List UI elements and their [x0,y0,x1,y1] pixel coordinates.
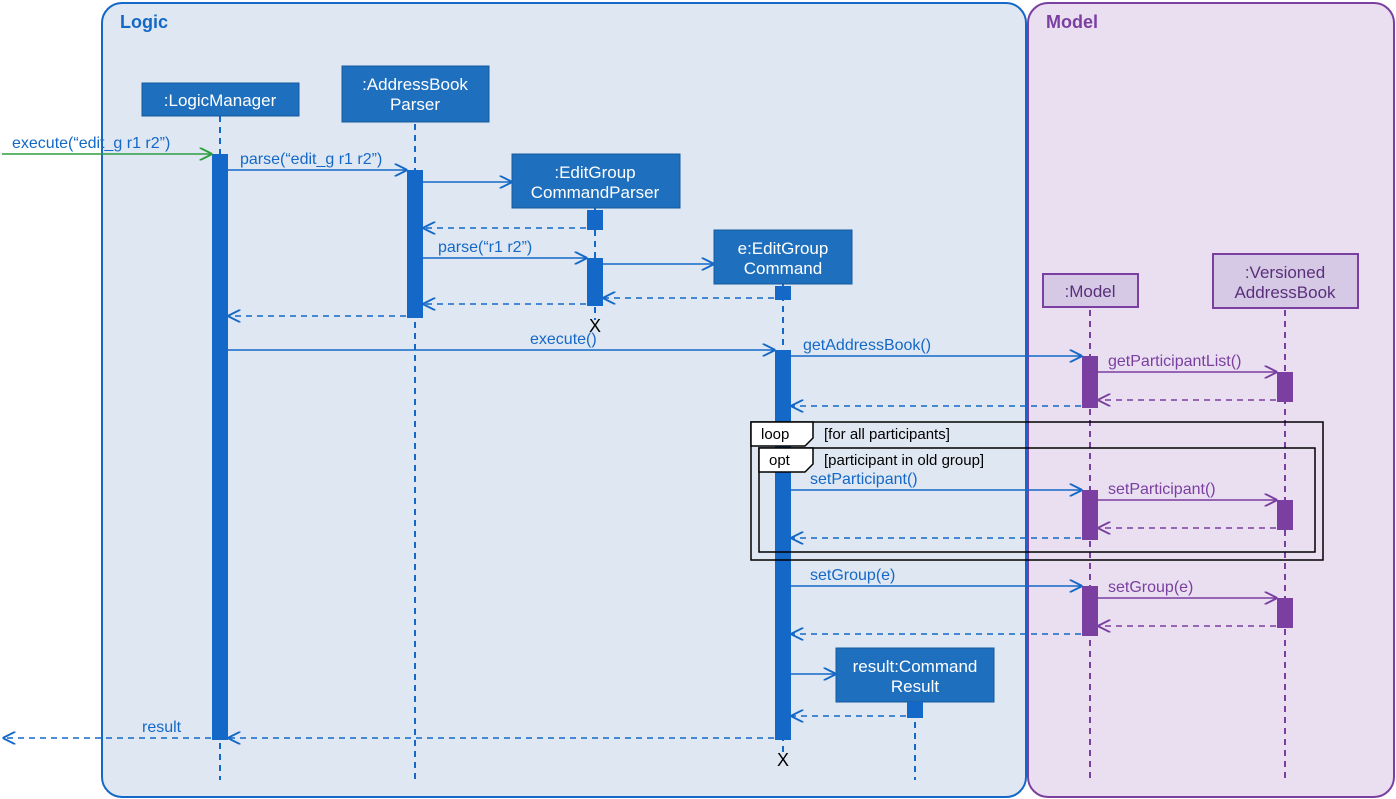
vab-act-3 [1277,598,1293,628]
egc-activation-0 [775,286,791,300]
model-act-3 [1082,586,1098,636]
svg-text:getParticipantList(): getParticipantList() [1108,353,1241,370]
svg-text:Result: Result [891,677,939,696]
vab-act-1 [1277,372,1293,402]
svg-text:Parser: Parser [390,95,440,114]
svg-text:[for all participants]: [for all participants] [824,426,950,443]
svg-text::EditGroup: :EditGroup [554,163,635,182]
svg-text:getAddressBook(): getAddressBook() [803,337,931,354]
egc-destroy-icon: X [777,750,789,770]
logicmanager-activation [212,154,228,740]
svg-text::Versioned: :Versioned [1245,263,1325,282]
svg-text:setGroup(e): setGroup(e) [1108,579,1193,596]
svg-text:[participant in old group]: [participant in old group] [824,452,984,469]
svg-text:opt: opt [769,452,791,469]
svg-text:parse(“r1 r2”): parse(“r1 r2”) [438,239,532,256]
egcp-activation-1 [587,210,603,230]
svg-text:setParticipant(): setParticipant() [810,471,918,488]
svg-text:setGroup(e): setGroup(e) [810,567,895,584]
svg-text:result:Command: result:Command [853,657,978,676]
svg-text:execute(): execute() [530,331,597,348]
model-frame-title: Model [1046,12,1098,32]
egc-activation-1 [775,350,791,740]
svg-text:loop: loop [761,426,789,443]
vab-act-2 [1277,500,1293,530]
egcp-activation-2 [587,258,603,306]
svg-text::Model: :Model [1064,282,1115,301]
sequence-diagram: Logic Model :LogicManager :AddressBook P… [0,0,1396,799]
svg-text:parse(“edit_g r1 r2”): parse(“edit_g r1 r2”) [240,151,382,168]
svg-text:AddressBook: AddressBook [1234,283,1336,302]
model-act-1 [1082,356,1098,408]
svg-text::LogicManager: :LogicManager [164,91,277,110]
svg-text:setParticipant(): setParticipant() [1108,481,1216,498]
svg-text::AddressBook: :AddressBook [362,75,468,94]
svg-text:e:EditGroup: e:EditGroup [738,239,829,258]
model-act-2 [1082,490,1098,540]
addressbookparser-activation [407,170,423,318]
svg-text:result: result [142,719,182,736]
cr-activation [907,702,923,718]
logic-frame-title: Logic [120,12,168,32]
svg-text:execute(“edit_g r1 r2”): execute(“edit_g r1 r2”) [12,135,170,152]
svg-text:Command: Command [744,259,822,278]
svg-text:CommandParser: CommandParser [531,183,660,202]
